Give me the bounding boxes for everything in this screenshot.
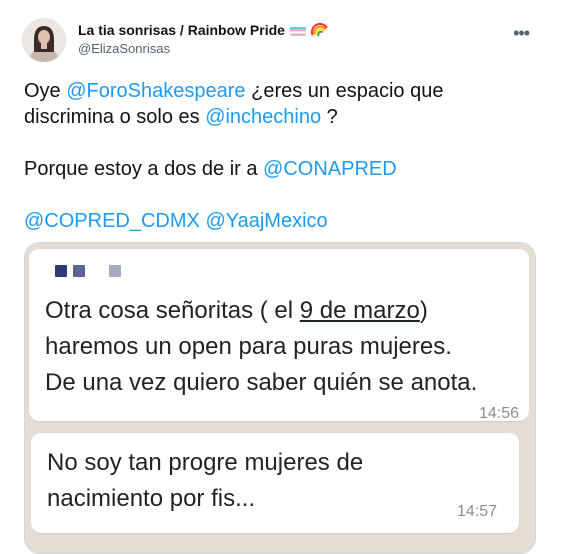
date-link: 9 de marzo	[300, 297, 420, 324]
redacted-sender	[55, 265, 121, 277]
transgender-flag-icon	[290, 25, 306, 36]
media-image[interactable]: Otra cosa señoritas ( el 9 de marzo) har…	[24, 242, 536, 554]
message-text: No soy tan progre mujeres de nacimiento …	[47, 445, 363, 517]
mention-link[interactable]: @COPRED_CDMX	[24, 210, 200, 232]
mention-link[interactable]: @YaajMexico	[205, 210, 327, 232]
chat-bubble-2: No soy tan progre mujeres de nacimiento …	[31, 433, 519, 533]
message-text: Otra cosa señoritas ( el 9 de marzo) har…	[45, 293, 477, 401]
text-segment: Oye	[24, 80, 66, 102]
message-line: nacimiento por fis...	[47, 481, 363, 517]
tweet: La tia sonrisas / Rainbow Pride	[0, 0, 561, 539]
avatar[interactable]	[22, 18, 66, 62]
message-line: Otra cosa señoritas ( el	[45, 297, 300, 324]
tweet-paragraph-3: @COPRED_CDMX @YaajMexico	[24, 208, 536, 234]
message-time: 14:57	[457, 503, 497, 521]
chat-bubble-1: Otra cosa señoritas ( el 9 de marzo) har…	[29, 249, 529, 421]
rainbow-icon	[311, 22, 329, 38]
tweet-text: Oye @ForoShakespeare ¿eres un espacio qu…	[24, 78, 536, 234]
text-segment: ?	[321, 106, 338, 128]
text-segment: Porque estoy a dos de ir a	[24, 158, 263, 180]
mention-link[interactable]: @ForoShakespeare	[66, 80, 245, 102]
more-icon[interactable]: •••	[513, 24, 529, 42]
tweet-header: La tia sonrisas / Rainbow Pride	[22, 18, 543, 62]
message-line: )	[420, 297, 428, 324]
user-names: La tia sonrisas / Rainbow Pride	[78, 20, 329, 56]
mention-link[interactable]: @inchechino	[205, 106, 321, 128]
display-name[interactable]: La tia sonrisas / Rainbow Pride	[78, 22, 285, 38]
tweet-paragraph-1: Oye @ForoShakespeare ¿eres un espacio qu…	[24, 78, 536, 130]
message-line: No soy tan progre mujeres de	[47, 445, 363, 481]
tweet-paragraph-2: Porque estoy a dos de ir a @CONAPRED	[24, 156, 536, 182]
handle[interactable]: @ElizaSonrisas	[78, 41, 329, 56]
message-line: haremos un open para puras mujeres.	[45, 329, 477, 365]
mention-link[interactable]: @CONAPRED	[263, 158, 397, 180]
message-time: 14:56	[479, 405, 519, 423]
message-line: De una vez quiero saber quién se anota.	[45, 365, 477, 401]
